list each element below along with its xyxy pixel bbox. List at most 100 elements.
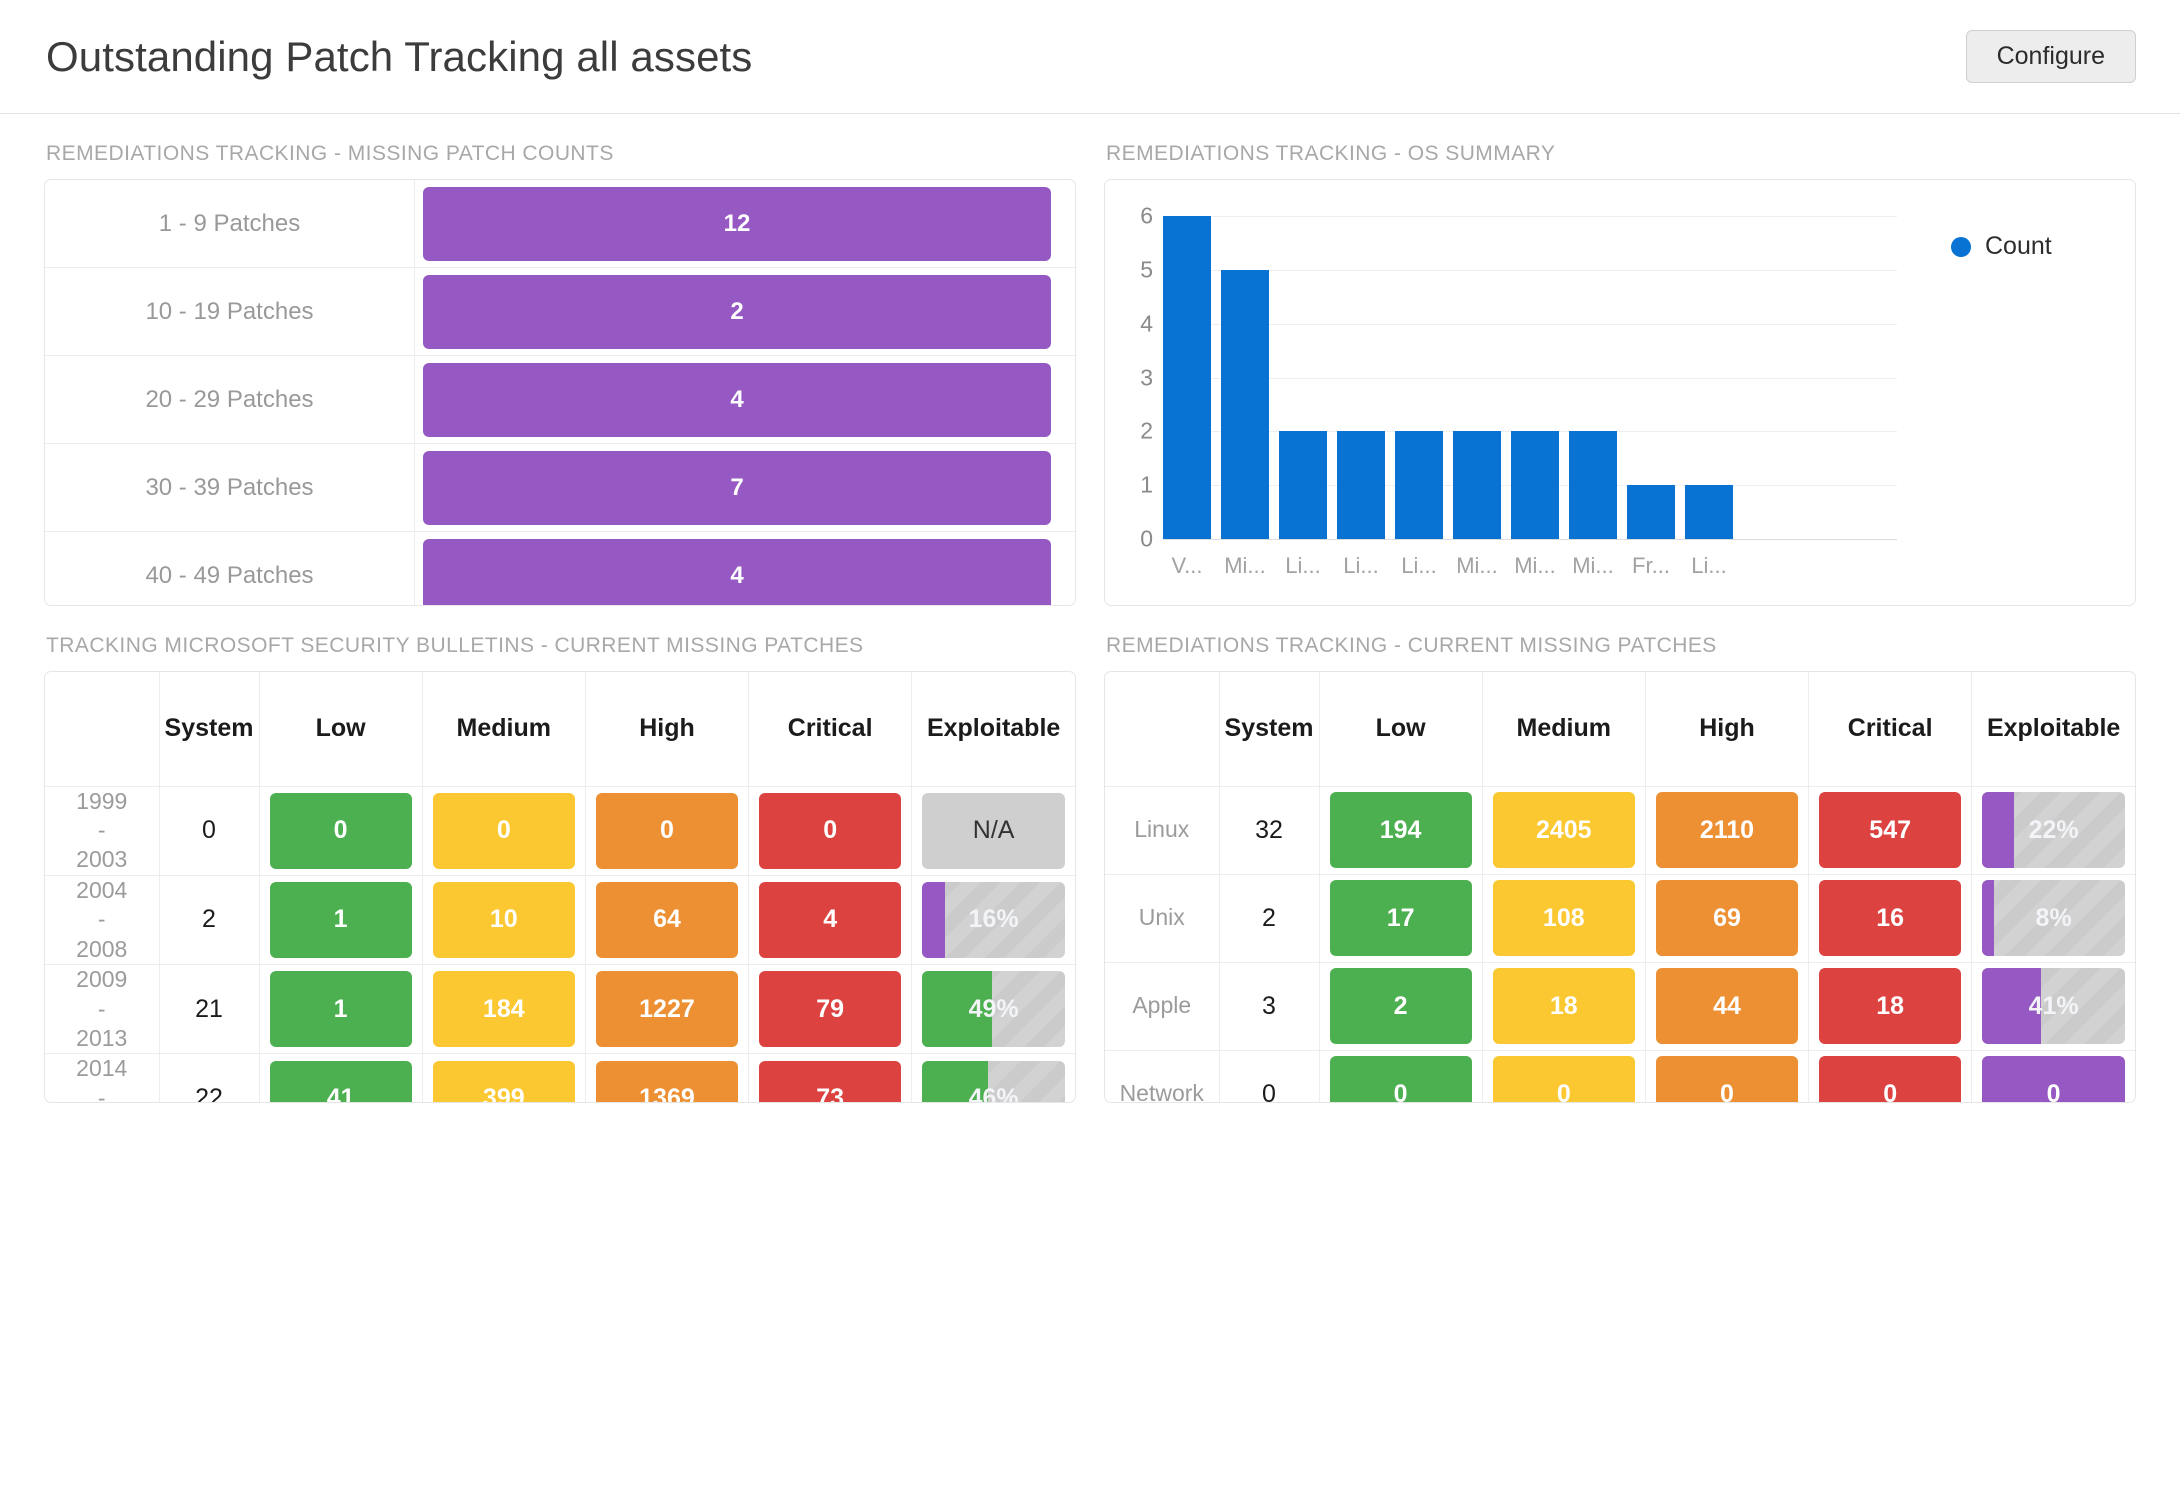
legend-item-label: Count xyxy=(1985,232,2052,260)
table-cell-medium[interactable]: 18 xyxy=(1482,962,1646,1051)
table-col-header-blank xyxy=(45,672,160,787)
severity-chip-low: 0 xyxy=(1329,1056,1472,1102)
table-cell-system: 2 xyxy=(159,875,260,966)
chart-bar[interactable] xyxy=(1511,431,1559,539)
patch-count-row[interactable]: 20 - 29 Patches 4 xyxy=(45,356,1075,444)
table-cell-exploitable[interactable]: N/A xyxy=(911,786,1075,876)
table-row[interactable]: 1999-2003 0 0 0 0 0 N/A xyxy=(45,786,1075,876)
table-cell-system: 0 xyxy=(1219,1050,1320,1102)
table-cell-critical[interactable]: 18 xyxy=(1808,962,1973,1051)
table-cell-exploitable[interactable]: 41% xyxy=(1971,962,2135,1051)
table-row[interactable]: 2009-2013 21 1 184 1227 79 49% xyxy=(45,964,1075,1055)
patch-count-row[interactable]: 30 - 39 Patches 7 xyxy=(45,444,1075,532)
severity-chip-critical: 547 xyxy=(1819,792,1962,868)
patch-count-row[interactable]: 1 - 9 Patches 12 xyxy=(45,180,1075,268)
table-cell-low[interactable]: 17 xyxy=(1319,874,1483,963)
patch-count-bar[interactable]: 2 xyxy=(423,274,1051,349)
table-cell-medium[interactable]: 0 xyxy=(422,786,586,876)
severity-chip-high: 69 xyxy=(1655,880,1799,956)
exploitable-chip: 0 xyxy=(1982,1056,2125,1102)
table-row[interactable]: 2004-2008 2 1 10 64 4 16% xyxy=(45,875,1075,966)
table-cell-system: 0 xyxy=(159,786,260,876)
chart-bar[interactable] xyxy=(1627,485,1675,539)
patch-count-bar-track: 7 xyxy=(415,444,1075,531)
table-row[interactable]: 2014-20182241 399 1369 73 46% xyxy=(45,1053,1075,1103)
table-col-header: High xyxy=(1645,672,1810,787)
table-cell-high[interactable]: 0 xyxy=(585,786,750,876)
chart-x-tick-label: Fr... xyxy=(1632,553,1670,578)
chart-legend: Count xyxy=(1925,180,2135,605)
table-cell-critical[interactable]: 73 xyxy=(748,1053,913,1102)
patch-count-bar[interactable]: 4 xyxy=(423,362,1051,437)
table-cell-high[interactable]: 64 xyxy=(585,875,750,966)
widget-title-current-missing-patches: REMEDIATIONS TRACKING - CURRENT MISSING … xyxy=(1106,634,1717,657)
severity-chip-high: 1227 xyxy=(595,971,739,1048)
patch-count-row[interactable]: 10 - 19 Patches 2 xyxy=(45,268,1075,356)
chart-bar[interactable] xyxy=(1279,431,1327,539)
table-cell-critical[interactable]: 0 xyxy=(748,786,913,876)
exploitable-chip: 8% xyxy=(1982,880,2125,956)
table-cell-medium[interactable]: 10 xyxy=(422,875,586,966)
table-cell-high[interactable]: 0 xyxy=(1645,1050,1810,1102)
table-cell-medium[interactable]: 399 xyxy=(422,1053,586,1102)
table-cell-high[interactable]: 44 xyxy=(1645,962,1810,1051)
table-cell-exploitable[interactable]: 49% xyxy=(911,964,1075,1055)
patch-count-bar-track: 2 xyxy=(415,268,1075,355)
panel-os-summary: 0 1 2 3 4 5 6 V... Mi... Li... Li... Li... Mi... Mi.… xyxy=(1104,179,2136,606)
table-cell-low[interactable]: 194 xyxy=(1319,786,1483,875)
patch-count-label: 30 - 39 Patches xyxy=(45,444,415,531)
table-cell-high[interactable]: 2110 xyxy=(1645,786,1810,875)
table-cell-low[interactable]: 0 xyxy=(259,786,423,876)
table-row[interactable]: Apple 3 2 18 44 18 41% xyxy=(1105,962,2135,1051)
exploitable-value: 46% xyxy=(968,1084,1019,1103)
patch-count-bar[interactable]: 7 xyxy=(423,450,1051,525)
page-header: Outstanding Patch Tracking all assets Co… xyxy=(0,0,2180,114)
table-cell-critical[interactable]: 4 xyxy=(748,875,913,966)
patch-count-bar[interactable]: 4 xyxy=(423,538,1051,605)
table-cell-low[interactable]: 41 xyxy=(259,1053,423,1102)
table-cell-critical[interactable]: 79 xyxy=(748,964,913,1055)
panel-ms-bulletins: System Low Medium High Critical Exploitable 1… xyxy=(44,671,1076,1103)
table-cell-exploitable[interactable]: 8% xyxy=(1971,874,2135,963)
table-cell-critical[interactable]: 0 xyxy=(1808,1050,1973,1102)
patch-count-row[interactable]: 40 - 49 Patches 4 xyxy=(45,532,1075,605)
table-cell-exploitable[interactable]: 0 xyxy=(1971,1050,2135,1102)
severity-chip-low: 194 xyxy=(1329,792,1472,868)
exploitable-value: 8% xyxy=(2035,903,2072,932)
table-cell-low[interactable]: 2 xyxy=(1319,962,1483,1051)
table-cell-high[interactable]: 1369 xyxy=(585,1053,750,1102)
table-cell-medium[interactable]: 108 xyxy=(1482,874,1646,963)
exploitable-progress-fill xyxy=(1982,880,1994,956)
chart-bar[interactable] xyxy=(1453,431,1501,539)
chart-bar[interactable] xyxy=(1569,431,1617,539)
chart-bar[interactable] xyxy=(1395,431,1443,539)
severity-chip-high: 1369 xyxy=(595,1060,739,1102)
chart-bar[interactable] xyxy=(1163,216,1211,539)
table-cell-medium[interactable]: 2405 xyxy=(1482,786,1646,875)
table-row[interactable]: Network 0 0 0 0 0 0 xyxy=(1105,1050,2135,1102)
table-cell-high[interactable]: 1227 xyxy=(585,964,750,1055)
table-cell-critical[interactable]: 16 xyxy=(1808,874,1973,963)
table-cell-exploitable[interactable]: 22% xyxy=(1971,786,2135,875)
table-cell-exploitable[interactable]: 46% xyxy=(911,1053,1075,1103)
chart-bar[interactable] xyxy=(1337,431,1385,539)
table-cell-low[interactable]: 1 xyxy=(259,964,423,1055)
table-cell-low[interactable]: 1 xyxy=(259,875,423,966)
chart-gridline xyxy=(1163,539,1897,540)
chart-bar[interactable] xyxy=(1685,485,1733,539)
chart-x-tick-label: Mi... xyxy=(1456,553,1498,578)
table-cell-medium[interactable]: 184 xyxy=(422,964,586,1055)
table-cell-exploitable[interactable]: 16% xyxy=(911,875,1075,966)
table-cell-medium[interactable]: 0 xyxy=(1482,1050,1646,1102)
table-row[interactable]: Unix 2 17 108 69 16 8% xyxy=(1105,874,2135,963)
patch-count-bar[interactable]: 12 xyxy=(423,186,1051,261)
legend-item-count[interactable]: Count xyxy=(1951,232,2135,261)
legend-swatch-icon xyxy=(1951,236,1971,257)
chart-y-tick-label: 1 xyxy=(1140,471,1153,498)
table-cell-high[interactable]: 69 xyxy=(1645,874,1810,963)
configure-button[interactable]: Configure xyxy=(1965,30,2136,83)
table-row[interactable]: Linux 32 194 2405 2110 547 22% xyxy=(1105,786,2135,875)
table-cell-critical[interactable]: 547 xyxy=(1808,786,1973,875)
table-cell-low[interactable]: 0 xyxy=(1319,1050,1483,1102)
chart-bar[interactable] xyxy=(1221,269,1269,539)
